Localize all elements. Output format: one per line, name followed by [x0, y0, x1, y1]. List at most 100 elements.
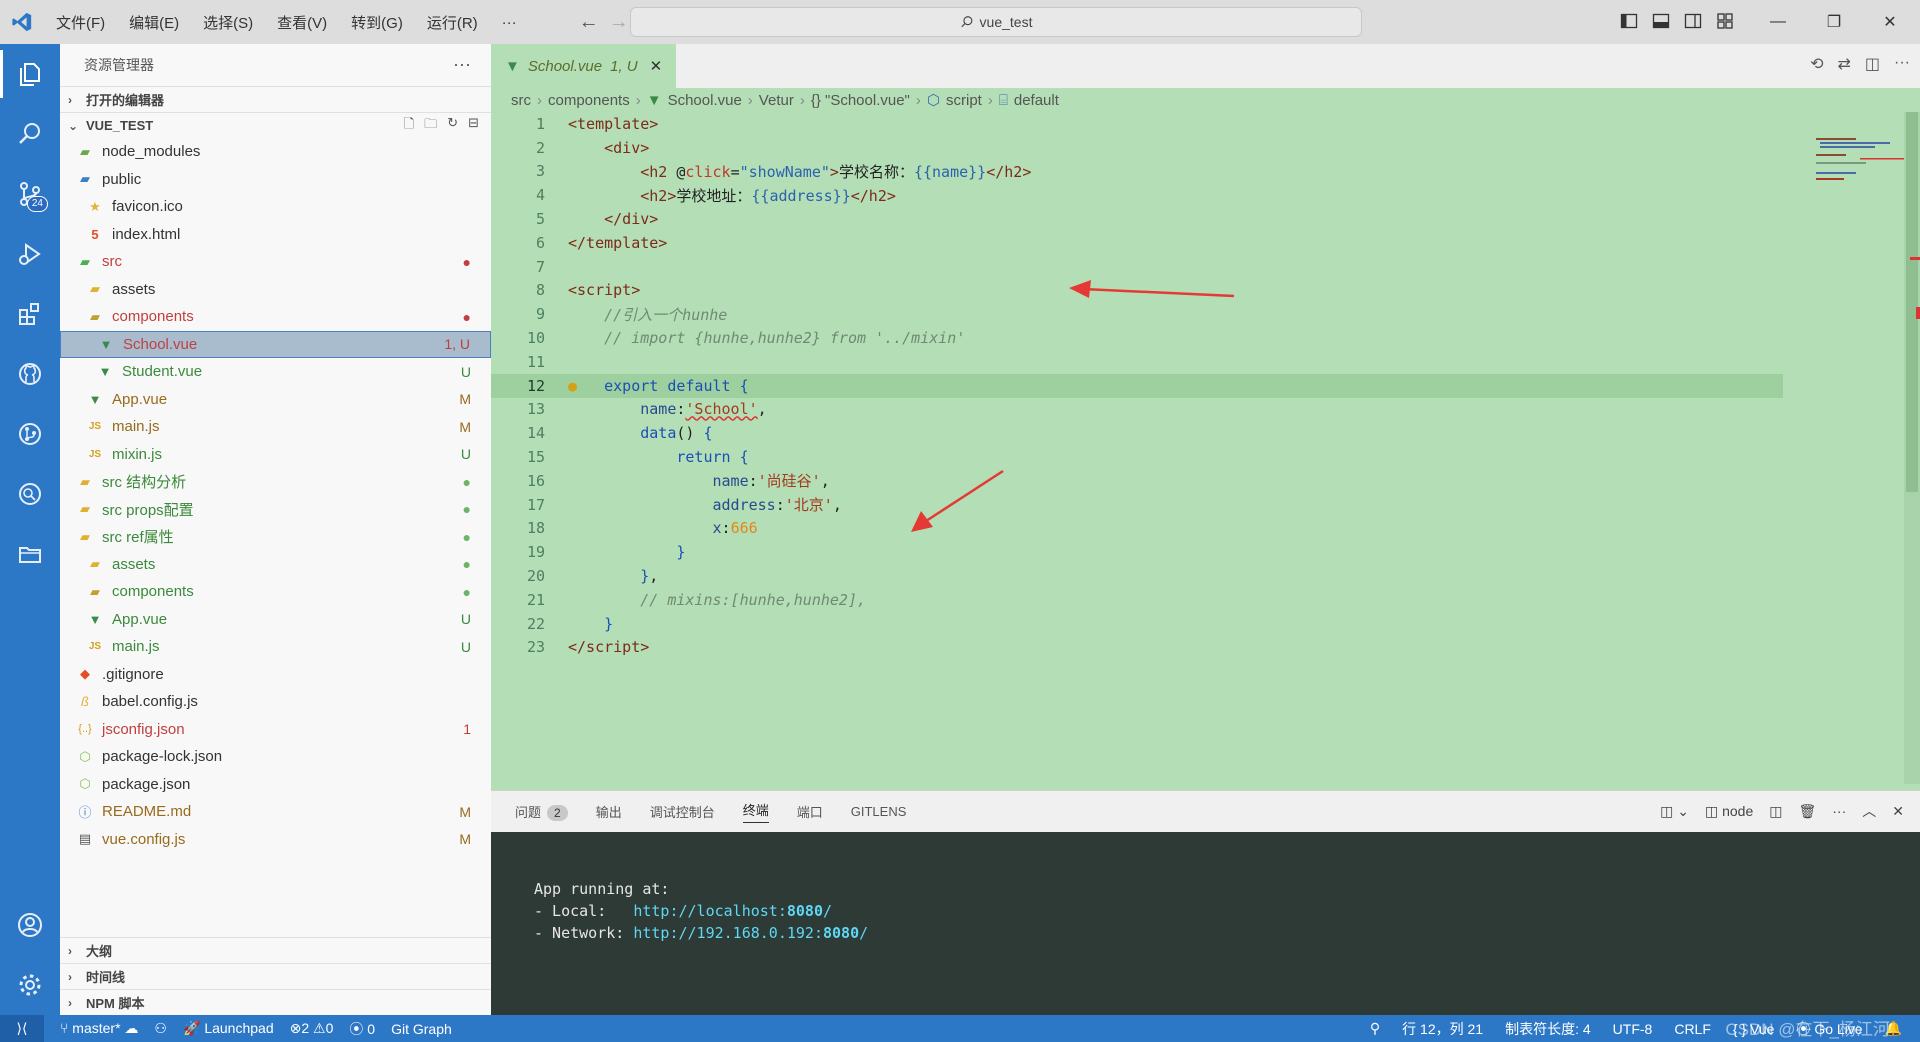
maximize-panel-icon[interactable]: ︿ — [1862, 801, 1876, 821]
tree-item-src-ref[interactable]: ▰ src ref属性 ● — [60, 523, 491, 551]
tree-item-gitignore[interactable]: ◆ .gitignore — [60, 661, 491, 689]
encoding[interactable]: UTF-8 — [1613, 1021, 1653, 1037]
editor-scrollbar[interactable] — [1904, 112, 1920, 784]
tree-item-node-modules[interactable]: ▰ node_modules — [60, 138, 491, 166]
explorer-activity[interactable] — [0, 44, 60, 104]
ports-item[interactable]: ⦿ 0 — [349, 1019, 375, 1039]
close-window-button[interactable]: ✕ — [1862, 0, 1918, 44]
tab-size[interactable]: 制表符长度: 4 — [1505, 1019, 1591, 1039]
more-actions-icon[interactable]: ··· — [453, 54, 471, 75]
accounts-activity[interactable] — [0, 895, 60, 955]
tree-item-vue-config[interactable]: ▤ vue.config.js M — [60, 826, 491, 854]
minimap[interactable] — [1800, 112, 1920, 192]
open-editors-section[interactable]: › 打开的编辑器 — [60, 86, 491, 112]
local-url[interactable]: http://localhost: — [633, 902, 787, 920]
timeline-section[interactable]: › 时间线 — [60, 963, 491, 989]
github-activity[interactable] — [0, 344, 60, 404]
close-panel-icon[interactable]: ✕ — [1892, 803, 1904, 820]
more-actions-icon[interactable]: ··· — [1832, 803, 1846, 819]
folder-activity[interactable] — [0, 524, 60, 584]
compare-changes-icon[interactable]: ⇄ — [1837, 54, 1850, 74]
new-terminal-dropdown-icon[interactable]: ◫ ⌄ — [1660, 803, 1689, 820]
breadcrumb-script[interactable]: script — [946, 92, 982, 109]
tree-item-school-vue[interactable]: ▼ School.vue 1, U — [60, 330, 491, 358]
tree-item-mixin-js[interactable]: JS mixin.js U — [60, 441, 491, 469]
menu-more[interactable]: ··· — [490, 14, 529, 31]
terminal-selector[interactable]: ◫ node — [1705, 803, 1753, 820]
tree-item-favicon[interactable]: ★ favicon.ico — [60, 193, 491, 221]
project-section[interactable]: ⌄ VUE_TEST 🗋 🗀 ↻ ⊟ — [60, 112, 491, 138]
gitlens-activity[interactable] — [0, 464, 60, 524]
tree-item-index-html[interactable]: 5 index.html — [60, 221, 491, 249]
network-url[interactable]: http://192.168.0.192: — [633, 924, 823, 942]
tab-school-vue[interactable]: ▼ School.vue 1, U ✕ — [491, 44, 677, 88]
tab-output[interactable]: 输出 — [596, 802, 622, 821]
tab-terminal[interactable]: 终端 — [742, 800, 769, 823]
tree-item-public[interactable]: ▰ public — [60, 166, 491, 194]
lightbulb-icon[interactable]: ● — [568, 377, 577, 395]
location-pin-icon[interactable]: ⚲ — [1370, 1020, 1380, 1037]
more-actions-icon[interactable]: ··· — [1894, 54, 1910, 74]
tree-item-ref-main-js[interactable]: JS main.js U — [60, 633, 491, 661]
toggle-primary-sidebar-icon[interactable] — [1620, 12, 1638, 30]
tree-item-app-vue[interactable]: ▼ App.vue M — [60, 386, 491, 414]
trash-icon[interactable]: 🗑 — [1798, 803, 1816, 820]
local-port[interactable]: 8080 — [787, 902, 823, 920]
tree-item-src[interactable]: ▰ src ● — [60, 248, 491, 276]
menu-edit[interactable]: 编辑(E) — [117, 12, 191, 33]
menu-selection[interactable]: 选择(S) — [191, 12, 265, 33]
forward-arrow-icon[interactable]: → — [609, 11, 629, 34]
git-graph-item[interactable]: Git Graph — [391, 1021, 452, 1037]
breadcrumb-module[interactable]: {} "School.vue" — [811, 92, 910, 109]
tree-item-babel-config[interactable]: ß babel.config.js — [60, 688, 491, 716]
tree-item-student-vue[interactable]: ▼ Student.vue U — [60, 358, 491, 386]
tree-item-main-js[interactable]: JS main.js M — [60, 413, 491, 441]
outline-section[interactable]: › 大纲 — [60, 937, 491, 963]
refresh-icon[interactable]: ↻ — [447, 115, 458, 137]
menu-view[interactable]: 查看(V) — [265, 12, 339, 33]
back-arrow-icon[interactable]: ← — [579, 11, 599, 34]
terminal-output[interactable]: App running at: - Local: http://localhos… — [491, 832, 1920, 1015]
split-editor-icon[interactable]: ◫ — [1865, 54, 1880, 74]
tree-item-src-structure[interactable]: ▰ src 结构分析 ● — [60, 468, 491, 496]
git-graph-activity[interactable] — [0, 404, 60, 464]
code-editor[interactable]: 1 <template> 2 <div> 3 <h2 @click="showNa… — [491, 112, 1920, 772]
menu-go[interactable]: 转到(G) — [339, 12, 415, 33]
split-terminal-icon[interactable]: ◫ — [1769, 803, 1782, 820]
tree-item-components[interactable]: ▰ components ● — [60, 303, 491, 331]
breadcrumb-src[interactable]: src — [511, 92, 531, 109]
tree-item-ref-app-vue[interactable]: ▼ App.vue U — [60, 606, 491, 634]
tree-item-assets[interactable]: ▰ assets — [60, 276, 491, 304]
breadcrumb-file[interactable]: School.vue — [668, 92, 742, 109]
npm-scripts-section[interactable]: › NPM 脚本 — [60, 989, 491, 1015]
menu-file[interactable]: 文件(F) — [44, 12, 117, 33]
eol[interactable]: CRLF — [1674, 1021, 1711, 1037]
new-file-icon[interactable]: 🗋 — [404, 115, 414, 137]
toggle-panel-icon[interactable] — [1652, 12, 1670, 30]
breadcrumb-components[interactable]: components — [548, 92, 630, 109]
tree-item-readme[interactable]: ⓘ README.md M — [60, 798, 491, 826]
tree-item-jsconfig[interactable]: {..} jsconfig.json 1 — [60, 716, 491, 744]
breadcrumb-vetur[interactable]: Vetur — [759, 92, 794, 109]
live-share-icon[interactable]: ⚇ — [154, 1020, 167, 1037]
extensions-activity[interactable] — [0, 284, 60, 344]
restore-button[interactable]: ❐ — [1806, 0, 1862, 44]
tab-ports[interactable]: 端口 — [797, 802, 823, 821]
tab-gitlens[interactable]: GITLENS — [851, 804, 907, 819]
launchpad-item[interactable]: 🚀 Launchpad — [183, 1020, 274, 1037]
tree-item-ref-assets[interactable]: ▰ assets ● — [60, 551, 491, 579]
tree-item-src-props[interactable]: ▰ src props配置 ● — [60, 496, 491, 524]
run-debug-activity[interactable] — [0, 224, 60, 284]
tab-problems[interactable]: 问题 2 — [515, 802, 568, 821]
source-control-activity[interactable]: 24 — [0, 164, 60, 224]
search-activity[interactable] — [0, 104, 60, 164]
tree-item-ref-components[interactable]: ▰ components ● — [60, 578, 491, 606]
settings-activity[interactable] — [0, 955, 60, 1015]
menu-run[interactable]: 运行(R) — [415, 12, 490, 33]
timeline-history-icon[interactable]: ⟲ — [1810, 54, 1823, 74]
branch-item[interactable]: ⑂ master* ☁ — [60, 1020, 138, 1037]
customize-layout-icon[interactable] — [1716, 12, 1734, 30]
network-port[interactable]: 8080 — [823, 924, 859, 942]
command-center-search[interactable]: vue_test — [630, 7, 1362, 37]
remote-indicator[interactable]: ⟩⟨ — [0, 1015, 44, 1042]
